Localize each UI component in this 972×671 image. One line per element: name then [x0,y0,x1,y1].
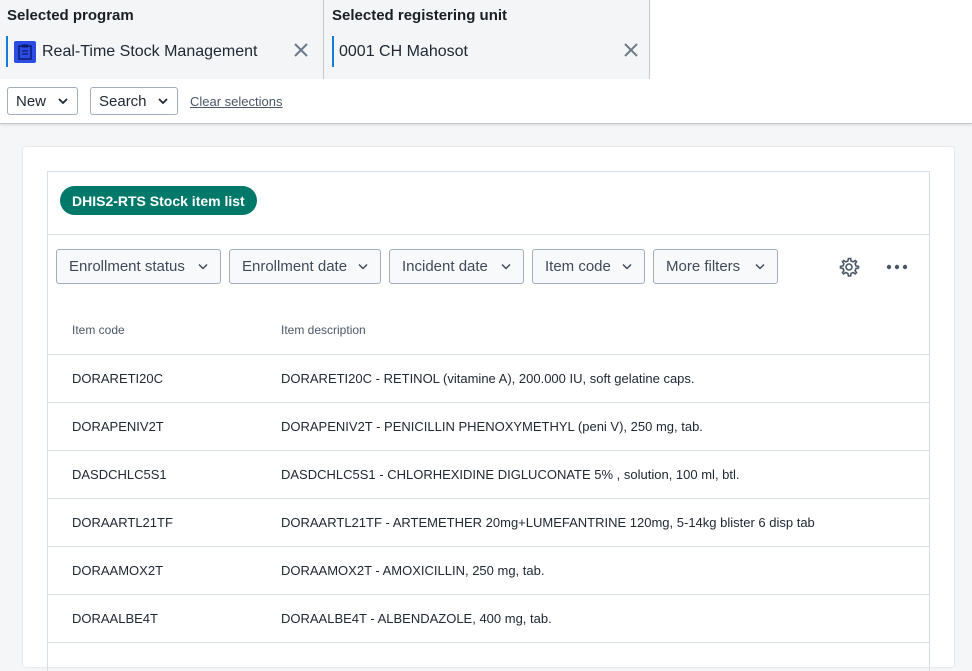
filter-label: Incident date [402,258,488,275]
chevron-down-icon [198,263,208,270]
chevron-down-icon [158,98,168,105]
clear-registering-unit-button[interactable] [622,41,640,59]
filter-label: Enrollment date [242,258,348,275]
search-button-label: Search [99,92,147,110]
cell-item-description: DORAAMOX2T - AMOXICILLIN, 250 mg, tab. [281,546,929,595]
gear-icon [839,257,860,277]
working-list-table: Item code Item description DORARETI20C D… [48,306,929,643]
chevron-down-icon [501,263,511,270]
program-name: Real-Time Stock Management [42,42,258,60]
table-row[interactable]: DORAALBE4T DORAALBE4T - ALBENDAZOLE, 400… [48,594,929,643]
table-row[interactable]: DORAPENIV2T DORAPENIV2T - PENICILLIN PHE… [48,402,929,451]
program-selector: Selected program Real-Time Stock Managem… [0,0,324,79]
registering-unit-selector: Selected registering unit 0001 CH Mahoso… [324,0,650,79]
chevron-down-icon [358,263,368,270]
clipboard-icon [14,40,36,63]
filter-more-filters[interactable]: More filters [653,249,778,284]
table-row[interactable]: DORAAMOX2T DORAAMOX2T - AMOXICILLIN, 250… [48,546,929,595]
new-button-label: New [16,92,47,110]
column-settings-button[interactable] [838,256,860,278]
registering-unit-selection[interactable]: 0001 CH Mahosot [332,36,468,67]
new-button[interactable]: New [7,87,78,115]
table-row[interactable]: DORARETI20C DORARETI20C - RETINOL (vitam… [48,354,929,403]
table-row[interactable]: DASDCHLC5S1 DASDCHLC5S1 - CHLORHEXIDINE … [48,450,929,499]
cell-item-code: DORAARTL21TF [48,498,281,547]
chevron-down-icon [58,98,68,105]
cell-item-code: DORAALBE4T [48,594,281,643]
chevron-down-icon [755,263,765,270]
divider [48,234,929,235]
close-icon [624,43,638,57]
working-list-panel: DHIS2-RTS Stock item list Enrollment sta… [47,171,930,671]
cell-item-code: DORAPENIV2T [48,402,281,451]
cell-item-code: DASDCHLC5S1 [48,450,281,499]
cell-item-description: DASDCHLC5S1 - CHLORHEXIDINE DIGLUCONATE … [281,450,929,499]
filter-incident-date[interactable]: Incident date [389,249,524,284]
column-header-item-code[interactable]: Item code [48,306,281,355]
table-header-row: Item code Item description [48,306,929,355]
working-list-chip[interactable]: DHIS2-RTS Stock item list [60,186,257,215]
table-row[interactable]: DORAARTL21TF DORAARTL21TF - ARTEMETHER 2… [48,498,929,547]
action-bar: New Search Clear selections [0,79,972,123]
top-bar: Selected program Real-Time Stock Managem… [0,0,972,124]
column-header-item-description[interactable]: Item description [281,306,929,355]
cell-item-description: DORARETI20C - RETINOL (vitamine A), 200.… [281,354,929,403]
registering-unit-name: 0001 CH Mahosot [339,42,468,60]
filter-enrollment-status[interactable]: Enrollment status [56,249,221,284]
filter-item-code[interactable]: Item code [532,249,645,284]
cell-item-description: DORAARTL21TF - ARTEMETHER 20mg+LUMEFANTR… [281,498,929,547]
program-selector-title: Selected program [7,7,134,24]
working-list-card: DHIS2-RTS Stock item list Enrollment sta… [23,147,954,671]
chevron-down-icon [622,263,632,270]
filter-label: Item code [545,258,611,275]
search-button[interactable]: Search [90,87,178,115]
registering-unit-title: Selected registering unit [332,7,508,24]
close-icon [294,43,308,57]
filter-enrollment-date[interactable]: Enrollment date [229,249,381,284]
clear-program-button[interactable] [292,41,310,59]
cell-item-code: DORAAMOX2T [48,546,281,595]
cell-item-description: DORAPENIV2T - PENICILLIN PHENOXYMETHYL (… [281,402,929,451]
filter-label: Enrollment status [69,258,185,275]
more-horizontal-icon [886,264,908,270]
program-selection[interactable]: Real-Time Stock Management [6,36,258,67]
cell-item-code: DORARETI20C [48,354,281,403]
more-options-button[interactable] [886,260,908,274]
cell-item-description: DORAALBE4T - ALBENDAZOLE, 400 mg, tab. [281,594,929,643]
filter-label: More filters [666,258,741,275]
clear-selections-link[interactable]: Clear selections [190,94,283,109]
